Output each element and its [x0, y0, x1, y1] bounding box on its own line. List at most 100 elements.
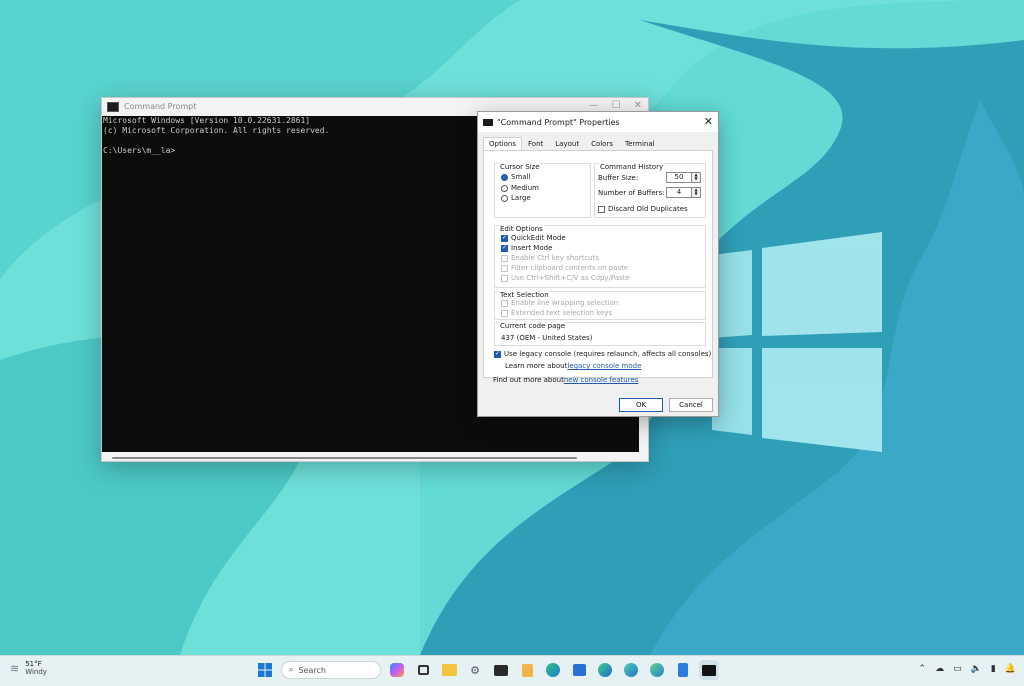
properties-dialog: "Command Prompt" Properties ✕ Options Fo… [477, 111, 719, 417]
notification-icon[interactable]: 🔔 [1005, 664, 1016, 674]
checkbox-indicator [501, 264, 508, 272]
store-icon[interactable] [569, 660, 589, 680]
spin-arrows-icon[interactable]: ▲ ▼ [692, 172, 701, 183]
onedrive-icon[interactable]: ☁ [935, 664, 944, 674]
maximize-icon[interactable]: ☐ [612, 100, 621, 111]
checkbox-indicator[interactable] [598, 205, 605, 213]
checkbox-label: Filter clipboard contents on paste [511, 264, 629, 272]
quickedit-checkbox[interactable]: ✓ QuickEdit Mode [501, 234, 566, 242]
command-history-group: Command History Buffer Size: 50 ▲ ▼ Numbe… [594, 163, 706, 218]
weather-widget[interactable]: ≋ 51°F Windy [10, 660, 47, 676]
checkbox-label: Insert Mode [511, 244, 553, 252]
learn-more-text: Learn more about [505, 362, 568, 370]
edge-dev-icon[interactable] [621, 660, 641, 680]
line-wrapping-checkbox: Enable line wrapping selection [501, 299, 618, 307]
buffers-input[interactable]: 4 [666, 187, 692, 198]
checkbox-label: Discard Old Duplicates [608, 205, 688, 213]
discard-duplicates-checkbox[interactable]: Discard Old Duplicates [598, 205, 688, 213]
wind-icon: ≋ [10, 661, 20, 675]
window-controls: — ☐ ✕ [589, 100, 642, 111]
checkbox-label: Use Ctrl+Shift+C/V as Copy/Paste [511, 274, 630, 282]
ok-button[interactable]: OK [619, 398, 663, 412]
radio-small[interactable]: Small [501, 173, 530, 181]
cancel-button[interactable]: Cancel [669, 398, 713, 412]
tab-options[interactable]: Options [483, 137, 523, 151]
task-view-icon[interactable] [413, 660, 433, 680]
filter-clipboard-checkbox: Filter clipboard contents on paste [501, 264, 628, 272]
search-placeholder: Search [298, 665, 326, 675]
weather-temp: 51°F [25, 660, 42, 668]
horizontal-scrollbar[interactable] [112, 457, 577, 459]
edge-icon[interactable] [543, 660, 563, 680]
battery-icon[interactable]: ▮ [991, 664, 996, 674]
checkbox-label: Use legacy console (requires relaunch, a… [504, 350, 712, 358]
radio-indicator[interactable] [501, 184, 508, 192]
command-prompt-icon[interactable] [699, 660, 719, 680]
checkbox-label: Enable Ctrl key shortcuts [511, 254, 599, 262]
text-selection-group: Text Selection Enable line wrapping sele… [494, 291, 706, 320]
radio-label: Medium [511, 184, 539, 192]
buffers-stepper[interactable]: 4 ▲ ▼ [666, 187, 701, 198]
extended-keys-checkbox: Extended text selection keys [501, 309, 612, 317]
features-learn-more: Find out more about new console features [493, 376, 638, 384]
copilot-icon[interactable] [387, 660, 407, 680]
edge-beta-icon[interactable] [595, 660, 615, 680]
radio-indicator[interactable] [501, 173, 508, 181]
chevron-up-icon[interactable]: ⌃ [919, 664, 927, 674]
calculator-icon[interactable] [673, 660, 693, 680]
group-title: Edit Options [499, 225, 544, 233]
radio-indicator[interactable] [501, 194, 508, 202]
group-title: Command History [599, 163, 665, 171]
search-input[interactable]: ⌕ Search [281, 661, 381, 679]
checkbox-label: Extended text selection keys [511, 309, 613, 317]
terminal-icon[interactable] [491, 660, 511, 680]
tab-strip: Options Font Layout Colors Terminal [483, 137, 718, 151]
dialog-title: "Command Prompt" Properties [497, 117, 620, 127]
close-icon[interactable]: ✕ [704, 115, 713, 128]
buffers-label: Number of Buffers: [598, 189, 665, 197]
radio-large[interactable]: Large [501, 194, 531, 202]
network-icon[interactable]: ▭ [953, 664, 962, 674]
minimize-icon[interactable]: — [589, 100, 599, 111]
cursor-size-group: Cursor Size Small Medium Large [494, 163, 591, 218]
checkbox-indicator [501, 299, 508, 307]
console-features-link[interactable]: new console features [564, 376, 639, 384]
notepad-icon[interactable] [517, 660, 537, 680]
volume-icon[interactable]: 🔈 [971, 664, 982, 674]
dialog-titlebar[interactable]: "Command Prompt" Properties [478, 112, 718, 132]
legacy-console-link[interactable]: legacy console mode [567, 362, 641, 370]
buffer-size-label: Buffer Size: [598, 174, 639, 182]
group-title: Current code page [499, 322, 567, 330]
features-text: Find out more about [493, 376, 564, 384]
checkmark-icon[interactable]: ✓ [494, 350, 501, 358]
code-page-value: 437 (OEM - United States) [501, 334, 593, 342]
tab-colors[interactable]: Colors [585, 137, 619, 151]
terminal-icon [483, 118, 493, 126]
settings-icon[interactable]: ⚙ [465, 660, 485, 680]
radio-label: Small [511, 173, 531, 181]
close-icon[interactable]: ✕ [634, 100, 642, 111]
edge-canary-icon[interactable] [647, 660, 667, 680]
checkbox-label: QuickEdit Mode [511, 234, 566, 242]
checkbox-indicator [501, 274, 508, 282]
start-icon[interactable] [255, 660, 275, 680]
checkmark-icon[interactable]: ✓ [501, 244, 508, 252]
insert-mode-checkbox[interactable]: ✓ Insert Mode [501, 244, 552, 252]
checkbox-label: Enable line wrapping selection [511, 299, 619, 307]
legacy-learn-more: Learn more about legacy console mode [505, 362, 641, 370]
radio-medium[interactable]: Medium [501, 184, 539, 192]
tab-layout[interactable]: Layout [549, 137, 585, 151]
buffer-size-stepper[interactable]: 50 ▲ ▼ [666, 172, 701, 183]
code-page-group: Current code page 437 (OEM - United Stat… [494, 322, 706, 346]
system-tray: ⌃ ☁ ▭ 🔈 ▮ 🔔 [919, 664, 1016, 674]
radio-label: Large [511, 194, 531, 202]
file-explorer-icon[interactable] [439, 660, 459, 680]
tab-font[interactable]: Font [522, 137, 549, 151]
weather-text: Windy [25, 668, 47, 676]
spin-arrows-icon[interactable]: ▲ ▼ [692, 187, 701, 198]
checkmark-icon[interactable]: ✓ [501, 234, 508, 242]
buffer-size-input[interactable]: 50 [666, 172, 692, 183]
search-icon: ⌕ [289, 665, 294, 674]
tab-terminal[interactable]: Terminal [619, 137, 661, 151]
legacy-console-checkbox[interactable]: ✓ Use legacy console (requires relaunch,… [494, 350, 711, 358]
